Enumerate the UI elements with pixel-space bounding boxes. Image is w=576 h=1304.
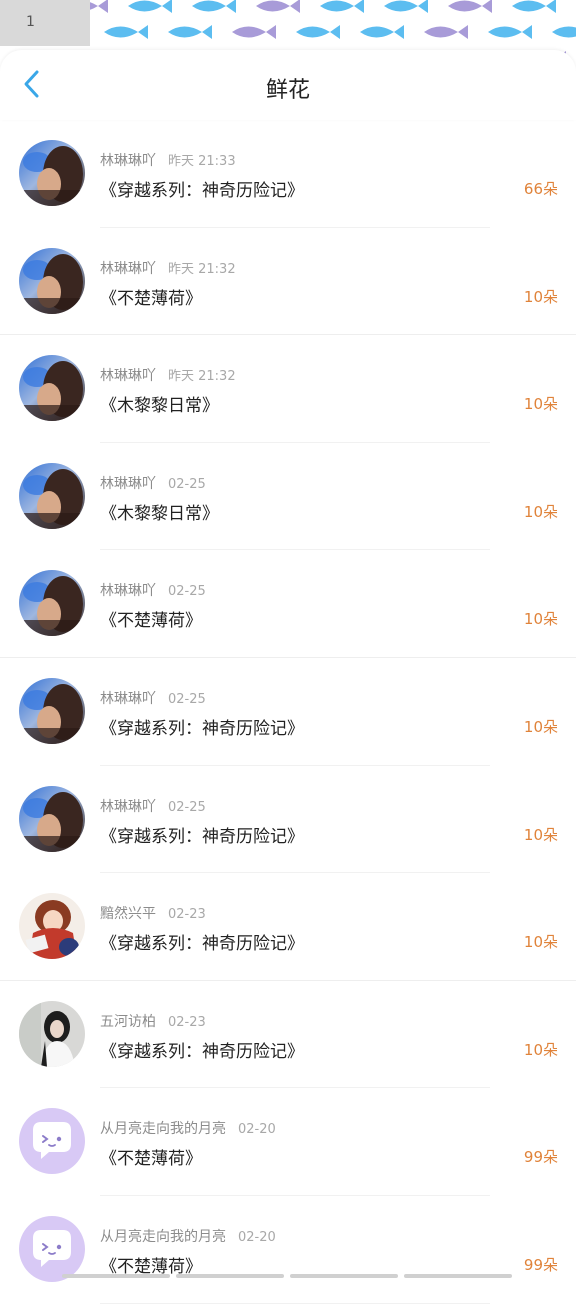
avatar-photo[interactable] (19, 677, 85, 744)
avatar-photo[interactable] (19, 462, 85, 529)
list-item[interactable]: 林琳琳吖 02-25 《穿越系列：神奇历险记》 10朵 (0, 766, 576, 874)
flower-count: 10朵 (523, 502, 558, 521)
sender-name-text[interactable]: 五河访柏 (100, 1014, 156, 1030)
fish-shape (128, 0, 172, 13)
flower-count: 10朵 (523, 1040, 558, 1059)
flower-count: 10朵 (523, 610, 558, 629)
send-time: 02-20 (238, 1229, 276, 1245)
sender-name-text[interactable]: 黯然兴平 (100, 906, 156, 922)
fish-shape (320, 0, 364, 13)
sender-name[interactable]: 林琳琳吖 02-25 (100, 688, 206, 708)
avatar-anime[interactable] (19, 893, 85, 960)
send-time: 昨天 21:33 (168, 154, 236, 169)
send-time: 02-25 (168, 584, 206, 600)
fish-shape (192, 0, 236, 13)
send-time: 02-25 (168, 691, 206, 707)
fish-shape (256, 0, 300, 13)
send-time: 昨天 21:32 (168, 261, 236, 277)
fish-shape (512, 0, 556, 13)
sender-name[interactable]: 林琳琳吖 昨天 21:32 (100, 258, 236, 278)
fish-shape (232, 25, 276, 39)
avatar-photo[interactable] (19, 247, 85, 314)
sender-name[interactable]: 林琳琳吖 02-25 (100, 580, 206, 600)
fish-shape (360, 25, 404, 39)
flower-count: 10朵 (523, 933, 558, 952)
flower-list: 林琳琳吖 昨天 21:33 《穿越系列：神奇历险记》 66朵 林琳琳吖 昨天 21:… (0, 120, 576, 1304)
sender-name[interactable]: 林琳琳吖 昨天 21:33 (100, 150, 236, 170)
status-indicator: 1 (26, 14, 35, 30)
send-time: 02-23 (168, 907, 206, 923)
sender-name-text[interactable]: 林琳琳吖 (100, 153, 156, 169)
flower-count: 10朵 (523, 717, 558, 736)
send-time: 昨天 21:32 (168, 369, 236, 385)
sender-name-text[interactable]: 林琳琳吖 (100, 799, 156, 815)
fish-shape (384, 0, 428, 13)
book-title[interactable]: 《不楚薄荷》 (100, 284, 202, 309)
send-time: 02-25 (168, 476, 206, 492)
list-item[interactable]: 林琳琳吖 昨天 21:32 《不楚薄荷》 10朵 (0, 228, 576, 336)
sender-name-text[interactable]: 林琳琳吖 (100, 583, 156, 599)
page-title: 鲜花 (265, 78, 310, 103)
avatar-photo[interactable] (19, 1000, 85, 1067)
book-title[interactable]: 《穿越系列：神奇历险记》 (100, 1037, 304, 1062)
flower-count: 10朵 (523, 287, 558, 306)
flower-count: 99朵 (523, 1255, 558, 1274)
fish-shape (424, 25, 468, 39)
list-item[interactable]: 五河访柏 02-23 《穿越系列：神奇历险记》 10朵 (0, 981, 576, 1089)
navigation-bar: 鲜花 (0, 50, 576, 120)
book-title[interactable]: 《木黎黎日常》 (100, 391, 219, 416)
book-title[interactable]: 《穿越系列：神奇历险记》 (100, 929, 304, 954)
book-title[interactable]: 《穿越系列：神奇历险记》 (100, 822, 304, 847)
fish-shape (168, 25, 212, 39)
sender-name-text[interactable]: 从月亮走向我的月亮 (100, 1121, 226, 1137)
avatar-photo[interactable] (19, 785, 85, 852)
send-time: 02-25 (168, 799, 206, 815)
book-title[interactable]: 《不楚薄荷》 (100, 1144, 202, 1169)
list-item[interactable]: 黯然兴平 02-23 《穿越系列：神奇历险记》 10朵 (0, 873, 576, 981)
flower-count: 66朵 (523, 180, 558, 198)
sender-name-text[interactable]: 林琳琳吖 (100, 261, 156, 277)
fish-shape (104, 25, 148, 39)
send-time: 02-23 (168, 1014, 206, 1030)
book-title[interactable]: 《穿越系列：神奇历险记》 (100, 176, 304, 201)
sender-name-text[interactable]: 林琳琳吖 (100, 476, 156, 492)
fish-shape (448, 0, 492, 13)
sender-name[interactable]: 林琳琳吖 02-25 (100, 796, 206, 816)
book-title[interactable]: 《不楚薄荷》 (100, 606, 202, 631)
sender-name[interactable]: 从月亮走向我的月亮 02-20 (100, 1118, 276, 1138)
sender-name[interactable]: 五河访柏 02-23 (100, 1011, 206, 1031)
avatar-photo[interactable] (19, 355, 85, 422)
book-title[interactable]: 《木黎黎日常》 (100, 499, 219, 524)
list-item[interactable]: 林琳琳吖 02-25 《木黎黎日常》 10朵 (0, 443, 576, 551)
list-item[interactable]: 林琳琳吖 昨天 21:32 《木黎黎日常》 10朵 (0, 335, 576, 443)
sender-name[interactable]: 从月亮走向我的月亮 02-20 (100, 1226, 276, 1246)
list-item[interactable]: 从月亮走向我的月亮 02-20 《不楚薄荷》 99朵 (0, 1088, 576, 1196)
list-item[interactable]: 从月亮走向我的月亮 02-20 《不楚薄荷》 99朵 (0, 1196, 576, 1304)
send-time: 02-20 (238, 1122, 276, 1138)
home-indicator (62, 1274, 512, 1278)
sender-name-text[interactable]: 从月亮走向我的月亮 (100, 1229, 226, 1245)
fish-shape (488, 25, 532, 39)
sender-name[interactable]: 黯然兴平 02-23 (100, 903, 206, 923)
sender-name[interactable]: 林琳琳吖 02-25 (100, 473, 206, 493)
chat-bubble-icon[interactable] (19, 1108, 85, 1175)
chat-bubble-icon[interactable] (19, 1215, 85, 1282)
status-indicator-box: 1 (0, 0, 90, 46)
avatar-photo[interactable] (19, 570, 85, 637)
sender-name-text[interactable]: 林琳琳吖 (100, 368, 156, 384)
fish-shape (296, 25, 340, 39)
book-title[interactable]: 《穿越系列：神奇历险记》 (100, 714, 304, 739)
avatar-photo[interactable] (19, 140, 85, 206)
sender-name-text[interactable]: 林琳琳吖 (100, 691, 156, 707)
flower-count: 10朵 (523, 825, 558, 844)
list-item[interactable]: 林琳琳吖 昨天 21:33 《穿越系列：神奇历险记》 66朵 (0, 120, 576, 228)
fish-shape (552, 26, 576, 38)
sender-name[interactable]: 林琳琳吖 昨天 21:32 (100, 365, 236, 385)
list-item[interactable]: 林琳琳吖 02-25 《穿越系列：神奇历险记》 10朵 (0, 658, 576, 766)
list-item[interactable]: 林琳琳吖 02-25 《不楚薄荷》 10朵 (0, 550, 576, 658)
flower-count: 10朵 (523, 395, 558, 414)
flower-count: 99朵 (523, 1148, 558, 1167)
